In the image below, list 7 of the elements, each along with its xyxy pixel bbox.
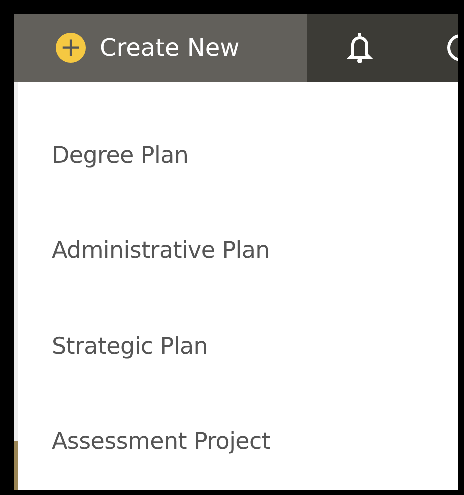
menu-item[interactable]: Degree Plan xyxy=(18,108,271,204)
bell-icon[interactable] xyxy=(347,31,373,65)
create-new-button[interactable]: + Create New xyxy=(14,14,307,82)
menu-item[interactable]: Assessment Project xyxy=(18,394,271,490)
plus-icon: + xyxy=(56,33,86,63)
menu-item[interactable]: Administrative Plan xyxy=(18,204,271,299)
menu-item[interactable]: Strategic Plan xyxy=(18,299,271,394)
